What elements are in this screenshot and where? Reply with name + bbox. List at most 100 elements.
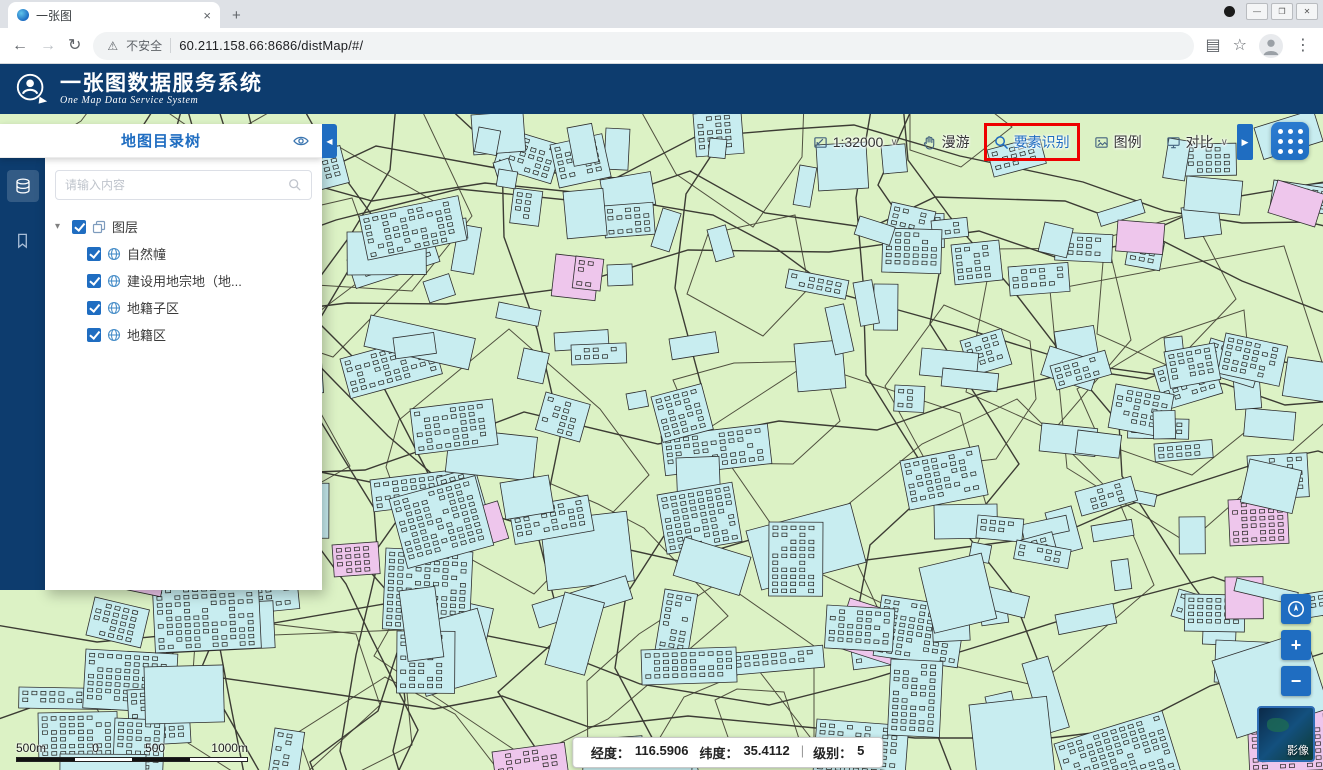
eye-icon[interactable] [292,132,310,155]
tree-root-label: 图层 [112,217,138,236]
minimize-icon[interactable]: — [1246,3,1268,20]
scalebar-label: 500m [16,741,46,755]
scalebar-bar [16,757,248,762]
layer-tree: ▾ 图层 自然幢 建设用地宗地（ [55,213,312,348]
browser-tab[interactable]: 一张图 × [8,2,220,28]
compare-label: 对比 [1186,132,1214,152]
layers-icon [92,220,106,234]
map-area: 1:32000 ∨ 漫游 要素识别 图例 对比 ∨ [0,114,1323,770]
zoom-in-button[interactable]: + [1281,630,1311,660]
tree-item-label: 建设用地宗地（地... [127,271,242,290]
catalog-panel-title: 地图目录树 [121,130,201,151]
tree-item-cadastral-subzone[interactable]: 地籍子区 [55,294,312,321]
legend-button[interactable]: 图例 [1094,132,1142,152]
basemap-thumbnail [1267,718,1289,732]
tree-search-box [55,170,312,200]
scale-value: 1:32000 [833,134,884,150]
app-subtitle: One Map Data Service System [60,95,263,106]
checkbox[interactable] [87,274,101,288]
profile-avatar[interactable] [1259,34,1283,58]
security-warning-icon: ⚠ [107,39,118,53]
globe-icon [107,328,121,342]
compass-icon [1286,599,1306,619]
forward-icon[interactable]: → [40,38,56,54]
tab-close-icon[interactable]: × [203,8,211,23]
globe-icon [107,247,121,261]
close-icon[interactable]: ✕ [1296,3,1318,20]
layer-tree-panel: ▾ 图层 自然幢 建设用地宗地（ [45,158,322,590]
browser-action-icon[interactable]: ▤ [1206,38,1221,54]
roam-button[interactable]: 漫游 [922,132,970,152]
url-text: 60.211.158.66:8686/distMap/#/ [179,38,363,53]
maximize-icon[interactable]: ❐ [1271,3,1293,20]
panel-collapse-button[interactable]: ◀ [322,124,337,158]
catalog-panel-header: 地图目录树 [0,124,322,158]
tree-expand-icon[interactable]: ▾ [55,221,66,232]
tool-strip [0,158,45,590]
latitude-label: 纬度： [699,743,738,762]
tab-title: 一张图 [36,7,196,24]
address-bar[interactable]: ⚠ 不安全 60.211.158.66:8686/distMap/#/ [93,32,1193,60]
scale-selector[interactable]: 1:32000 ∨ [813,134,898,150]
back-icon[interactable]: ← [12,38,28,54]
chevron-down-icon: ∨ [1221,137,1228,148]
search-input[interactable] [65,178,282,192]
tree-item-construction-parcel[interactable]: 建设用地宗地（地... [55,267,312,294]
browser-toolbar: ← → ↻ ⚠ 不安全 60.211.158.66:8686/distMap/#… [0,28,1323,64]
identify-label: 要素识别 [1014,132,1070,152]
checkbox[interactable] [87,247,101,261]
tree-item-label: 自然幢 [127,244,166,263]
search-icon [288,178,302,192]
browser-tabstrip: 一张图 × + — ❐ ✕ [0,0,1323,28]
coordinate-statusbar: 经度： 116.5906 纬度： 35.4112 | 级别： 5 [572,737,883,768]
bookmark-icon[interactable] [14,232,31,254]
latitude-value: 35.4112 [743,743,789,762]
level-value: 5 [857,743,864,762]
tree-item-label: 地籍子区 [127,298,179,317]
apps-grid-button[interactable] [1271,122,1309,160]
tree-item-natural-building[interactable]: 自然幢 [55,240,312,267]
chevron-down-icon: ∨ [890,137,897,148]
tree-item-label: 地籍区 [127,325,166,344]
omnibox-divider [170,38,171,53]
basemap-switcher[interactable]: 影像 [1257,706,1315,762]
bookmark-star-icon[interactable]: ☆ [1233,38,1247,54]
compass-button[interactable] [1281,594,1311,624]
browser-notification-icon[interactable] [1224,6,1235,17]
status-divider: | [801,743,804,762]
layers-database-icon[interactable] [7,170,39,202]
reload-icon[interactable]: ↻ [68,38,81,54]
longitude-value: 116.5906 [635,743,689,762]
scalebar-label: 1000m [211,741,248,755]
security-label: 不安全 [126,37,162,54]
catalog-panel: 地图目录树 [0,124,322,590]
toolbar-expand-button[interactable]: ▶ [1237,124,1253,160]
map-toolbar: 1:32000 ∨ 漫游 要素识别 图例 对比 ∨ [813,126,1228,158]
app-title: 一张图数据服务系统 [60,72,263,95]
browser-menu-icon[interactable]: ⋮ [1295,38,1311,54]
roam-label: 漫游 [942,132,970,152]
site-favicon [17,9,29,21]
tree-item-cadastral-zone[interactable]: 地籍区 [55,321,312,348]
globe-icon [107,274,121,288]
checkbox[interactable] [87,328,101,342]
feature-identify-button[interactable]: 要素识别 [994,132,1070,152]
screen: 一张图 × + — ❐ ✕ ← → ↻ ⚠ 不安全 60.211.158.66:… [0,0,1323,770]
app-header: 一张图数据服务系统 One Map Data Service System [0,64,1323,114]
map-scalebar: 500m 0 500 1000m [16,741,248,762]
window-controls: — ❐ ✕ [1224,3,1318,20]
zoom-out-button[interactable]: − [1281,666,1311,696]
level-label: 级别： [813,743,852,762]
new-tab-button[interactable]: + [232,8,241,23]
scalebar-label: 0 [92,741,99,755]
scalebar-label: 500 [145,741,165,755]
longitude-label: 经度： [591,743,630,762]
checkbox-root[interactable] [72,220,86,234]
legend-label: 图例 [1114,132,1142,152]
checkbox[interactable] [87,301,101,315]
globe-icon [107,301,121,315]
tree-root-row[interactable]: ▾ 图层 [55,213,312,240]
compare-button[interactable]: 对比 ∨ [1166,132,1228,152]
basemap-label: 影像 [1287,742,1309,758]
app-logo [14,71,50,107]
